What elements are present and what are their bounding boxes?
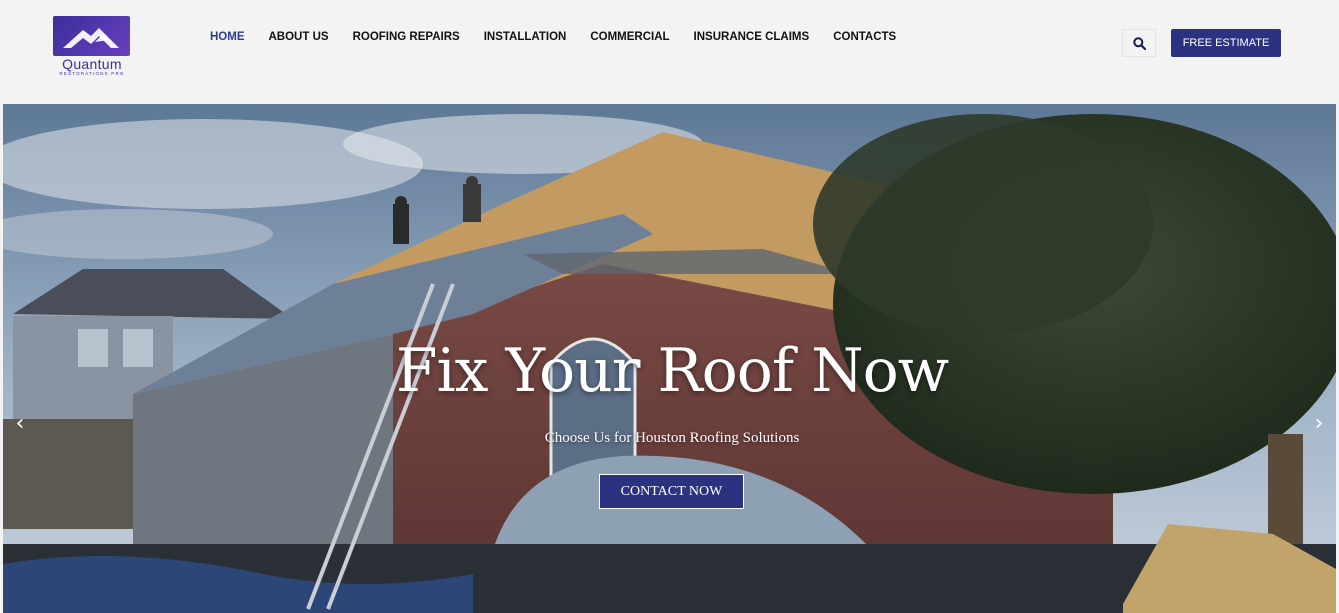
nav-item-insurance-claims[interactable]: INSURANCE CLAIMS: [694, 31, 810, 43]
hero-title: Fix Your Roof Now: [395, 336, 949, 406]
hero-subtitle: Choose Us for Houston Roofing Solutions: [544, 430, 800, 446]
hero-slider: Fix Your Roof Now Choose Us for Houston …: [3, 104, 1336, 613]
nav-item-about-us[interactable]: ABOUT US: [269, 31, 329, 43]
search-button[interactable]: [1122, 29, 1156, 57]
nav-item-roofing-repairs[interactable]: ROOFING REPAIRS: [353, 31, 460, 43]
nav-item-commercial[interactable]: COMMERCIAL: [590, 31, 669, 43]
logo[interactable]: Quantum RESTORATIONS PRO: [52, 16, 132, 78]
chevron-right-icon[interactable]: ›: [1308, 410, 1330, 436]
main-nav: HOME ABOUT US ROOFING REPAIRS INSTALLATI…: [210, 31, 920, 43]
logo-name: Quantum: [62, 56, 122, 72]
nav-item-contacts[interactable]: CONTACTS: [833, 31, 896, 43]
logo-house-icon: [53, 16, 130, 56]
contact-now-button[interactable]: CONTACT NOW: [599, 474, 744, 509]
search-icon: [1132, 36, 1146, 50]
nav-item-installation[interactable]: INSTALLATION: [484, 31, 567, 43]
chevron-left-icon[interactable]: ‹: [9, 410, 31, 436]
free-estimate-button[interactable]: FREE ESTIMATE: [1171, 29, 1281, 57]
nav-item-home[interactable]: HOME: [210, 31, 245, 43]
logo-tagline: RESTORATIONS PRO: [59, 71, 125, 76]
site-header: Quantum RESTORATIONS PRO HOME ABOUT US R…: [0, 0, 1339, 96]
